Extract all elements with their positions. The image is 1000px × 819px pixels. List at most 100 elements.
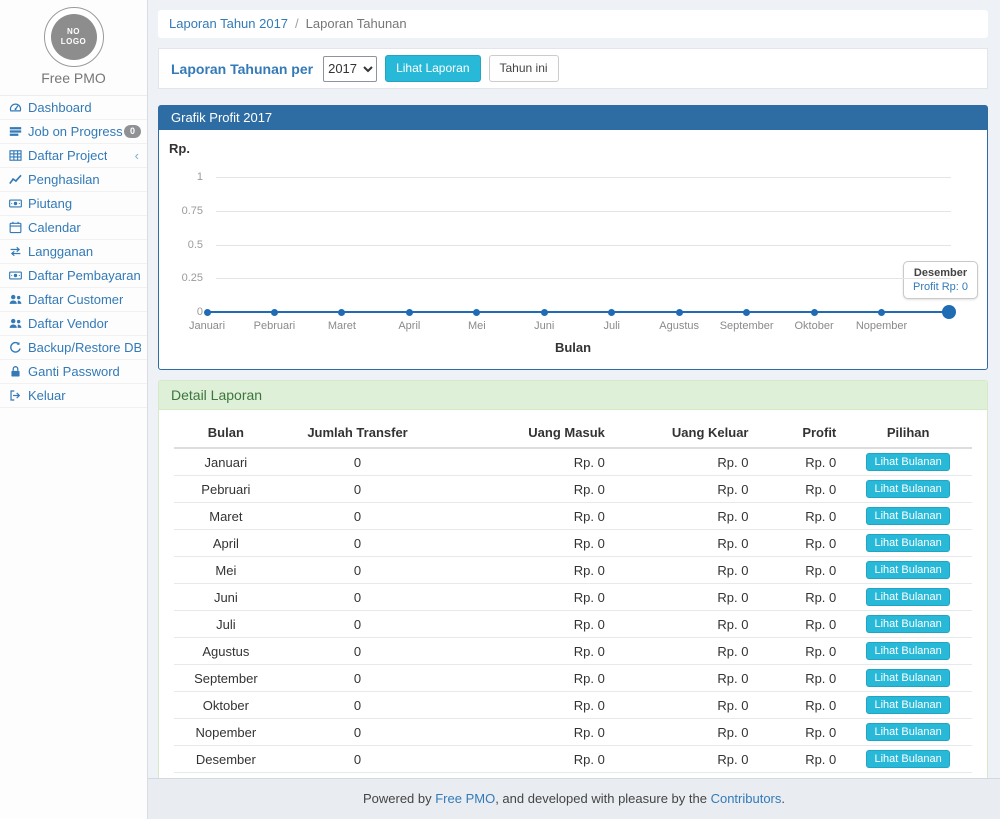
lihat-bulanan-button[interactable]: Lihat Bulanan <box>866 642 949 660</box>
x-tick-label: Nopember <box>837 320 927 332</box>
lihat-bulanan-button[interactable]: Lihat Bulanan <box>866 480 949 498</box>
profit-line-chart: Rp. Bulan Desember Profit Rp: 0 00.250.5… <box>159 130 987 369</box>
sidebar-item-daftar-project[interactable]: Daftar Project‹ <box>0 144 147 168</box>
sidebar-item-label: Job on Progress <box>28 124 123 139</box>
lock-icon <box>9 365 24 378</box>
sidebar-item-job-on-progress[interactable]: Job on Progress0 <box>0 120 147 144</box>
cell-uang-masuk: Rp. 0 <box>437 476 613 503</box>
sidebar-item-label: Daftar Pembayaran <box>28 268 141 283</box>
cell-profit: Rp. 0 <box>757 530 845 557</box>
y-tick-label: 0.5 <box>159 239 203 251</box>
sidebar-item-penghasilan[interactable]: Penghasilan <box>0 168 147 192</box>
year-select[interactable]: 2017 <box>323 56 377 82</box>
table-row-juni: Juni0Rp. 0Rp. 0Rp. 0Lihat Bulanan <box>174 584 972 611</box>
sidebar-item-daftar-customer[interactable]: Daftar Customer <box>0 288 147 312</box>
sidebar-item-ganti-password[interactable]: Ganti Password <box>0 360 147 384</box>
data-point-mei[interactable] <box>473 309 480 316</box>
sidebar-item-daftar-vendor[interactable]: Daftar Vendor <box>0 312 147 336</box>
chart-x-axis-title: Bulan <box>159 340 987 355</box>
cell-profit: Rp. 0 <box>757 503 845 530</box>
cell-uang-masuk: Rp. 0 <box>437 638 613 665</box>
app-logo: NO LOGO <box>44 7 104 67</box>
cell-bulan: Juni <box>174 584 278 611</box>
y-tick-label: 1 <box>159 171 203 183</box>
lihat-laporan-button[interactable]: Lihat Laporan <box>385 55 480 83</box>
cell-uang-masuk: Rp. 0 <box>437 503 613 530</box>
cell-uang-keluar: Rp. 0 <box>613 611 757 638</box>
data-point-desember[interactable] <box>942 305 956 319</box>
cell-bulan: Agustus <box>174 638 278 665</box>
tasks-icon <box>9 125 24 138</box>
data-point-agustus[interactable] <box>676 309 683 316</box>
cell-jumlah-transfer: 0 <box>278 719 438 746</box>
footer-text-middle: , and developed with pleasure by the <box>495 791 710 806</box>
cell-pilihan: Lihat Bulanan <box>844 746 972 773</box>
lihat-bulanan-button[interactable]: Lihat Bulanan <box>866 750 949 768</box>
cell-jumlah-transfer: 0 <box>278 692 438 719</box>
users-icon <box>9 293 24 306</box>
cell-bulan: Desember <box>174 746 278 773</box>
sidebar-item-daftar-pembayaran[interactable]: Daftar Pembayaran <box>0 264 147 288</box>
data-point-nopember[interactable] <box>878 309 885 316</box>
lihat-bulanan-button[interactable]: Lihat Bulanan <box>866 507 949 525</box>
cell-bulan: Oktober <box>174 692 278 719</box>
cell-pilihan: Lihat Bulanan <box>844 557 972 584</box>
cell-bulan: April <box>174 530 278 557</box>
chart-y-axis-title: Rp. <box>169 141 190 156</box>
lihat-bulanan-button[interactable]: Lihat Bulanan <box>866 696 949 714</box>
breadcrumb-link-laporan-tahun[interactable]: Laporan Tahun 2017 <box>169 16 288 31</box>
footer-link-contributors[interactable]: Contributors <box>711 791 782 806</box>
lihat-bulanan-button[interactable]: Lihat Bulanan <box>866 534 949 552</box>
sidebar-item-langganan[interactable]: Langganan <box>0 240 147 264</box>
sidebar-item-keluar[interactable]: Keluar <box>0 384 147 408</box>
data-point-pebruari[interactable] <box>271 309 278 316</box>
cell-uang-masuk: Rp. 0 <box>437 448 613 476</box>
sidebar-item-piutang[interactable]: Piutang <box>0 192 147 216</box>
lihat-bulanan-button[interactable]: Lihat Bulanan <box>866 669 949 687</box>
table-row-september: September0Rp. 0Rp. 0Rp. 0Lihat Bulanan <box>174 665 972 692</box>
cell-uang-masuk: Rp. 0 <box>437 611 613 638</box>
sidebar-item-label: Dashboard <box>28 100 92 115</box>
sidebar-item-label: Keluar <box>28 388 66 403</box>
cell-uang-keluar: Rp. 0 <box>613 448 757 476</box>
data-point-januari[interactable] <box>204 309 211 316</box>
table-row-pebruari: Pebruari0Rp. 0Rp. 0Rp. 0Lihat Bulanan <box>174 476 972 503</box>
lihat-bulanan-button[interactable]: Lihat Bulanan <box>866 453 949 471</box>
sidebar-item-label: Daftar Project <box>28 148 107 163</box>
breadcrumb-current: Laporan Tahunan <box>306 16 407 31</box>
cell-profit: Rp. 0 <box>757 611 845 638</box>
lihat-bulanan-button[interactable]: Lihat Bulanan <box>866 615 949 633</box>
cell-uang-keluar: Rp. 0 <box>613 584 757 611</box>
sign-out-icon <box>9 389 24 402</box>
cell-profit: Rp. 0 <box>757 638 845 665</box>
lihat-bulanan-button[interactable]: Lihat Bulanan <box>866 588 949 606</box>
data-point-september[interactable] <box>743 309 750 316</box>
lihat-bulanan-button[interactable]: Lihat Bulanan <box>866 561 949 579</box>
data-point-maret[interactable] <box>338 309 345 316</box>
data-point-oktober[interactable] <box>811 309 818 316</box>
sidebar-item-dashboard[interactable]: Dashboard <box>0 96 147 120</box>
tachometer-icon <box>9 101 24 114</box>
sidebar: NO LOGO Free PMO DashboardJob on Progres… <box>0 0 148 819</box>
sidebar-item-label: Langganan <box>28 244 93 259</box>
line-chart-icon <box>9 173 24 186</box>
lihat-bulanan-button[interactable]: Lihat Bulanan <box>866 723 949 741</box>
data-point-juli[interactable] <box>608 309 615 316</box>
cell-jumlah-transfer: 0 <box>278 557 438 584</box>
data-point-april[interactable] <box>406 309 413 316</box>
table-row-maret: Maret0Rp. 0Rp. 0Rp. 0Lihat Bulanan <box>174 503 972 530</box>
footer-link-free-pmo[interactable]: Free PMO <box>435 791 495 806</box>
cell-profit: Rp. 0 <box>757 719 845 746</box>
sidebar-item-backup-restore-db[interactable]: Backup/Restore DB <box>0 336 147 360</box>
sidebar-item-calendar[interactable]: Calendar <box>0 216 147 240</box>
profit-chart-title: Grafik Profit 2017 <box>159 106 987 130</box>
cell-pilihan: Lihat Bulanan <box>844 476 972 503</box>
chart-gridline <box>216 211 951 212</box>
cell-uang-masuk: Rp. 0 <box>437 530 613 557</box>
sidebar-item-label: Penghasilan <box>28 172 100 187</box>
cell-jumlah-transfer: 0 <box>278 530 438 557</box>
tahun-ini-button[interactable]: Tahun ini <box>489 55 559 83</box>
table-row-oktober: Oktober0Rp. 0Rp. 0Rp. 0Lihat Bulanan <box>174 692 972 719</box>
data-point-juni[interactable] <box>541 309 548 316</box>
footer-text-suffix: . <box>781 791 785 806</box>
